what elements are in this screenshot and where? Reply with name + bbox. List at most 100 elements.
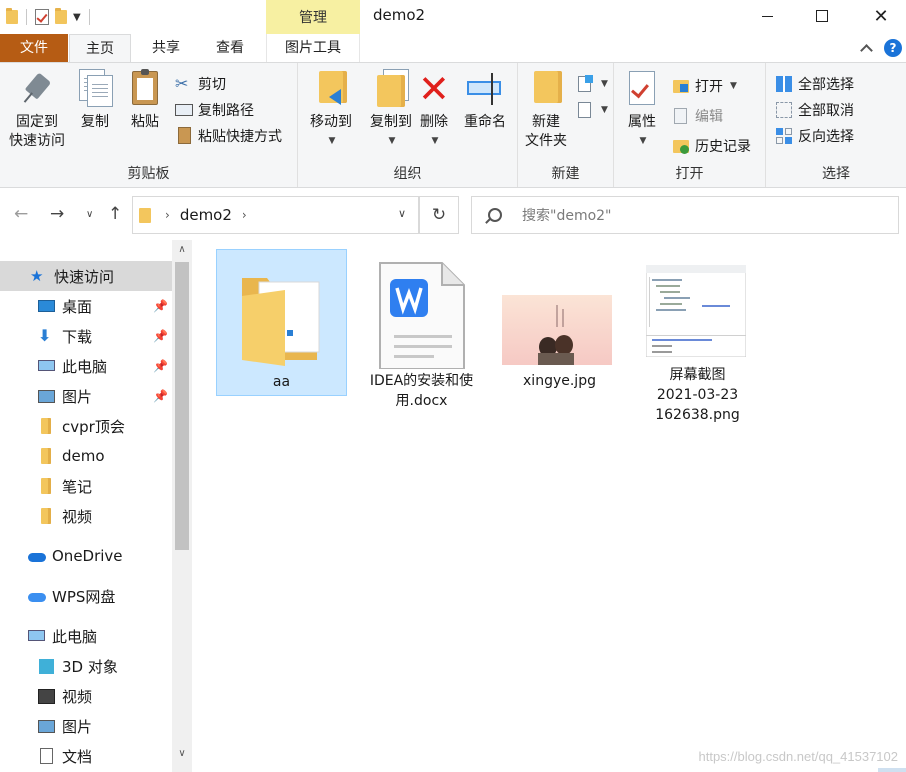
file-item-folder[interactable]: aa (216, 249, 347, 396)
file-name-line3: 162638.png (655, 407, 740, 423)
folder-icon (38, 508, 54, 524)
separator (88, 9, 90, 25)
file-item-screenshot[interactable]: 屏幕截图 2021-03-23 162638.png (632, 249, 763, 423)
copy-path-button[interactable]: 复制路径 (175, 99, 254, 121)
sidebar-item-quick-access[interactable]: ★ 快速访问 (0, 261, 172, 291)
copy-to-button[interactable]: 复制到 ▼ (362, 69, 420, 151)
copy-button[interactable]: 复制 (72, 69, 118, 132)
sidebar-item-pictures-pc[interactable]: 图片 (0, 711, 172, 741)
paste-button[interactable]: 粘贴 (122, 69, 168, 132)
sidebar-item-this-pc[interactable]: 此电脑 (0, 621, 172, 651)
breadcrumb-demo2[interactable]: demo2 (180, 206, 232, 224)
chevron-right-icon[interactable]: › (165, 208, 170, 222)
pin-icon[interactable]: 📌 (153, 359, 168, 373)
sidebar-item-pictures[interactable]: 图片 📌 (0, 381, 172, 411)
pin-label-line2: 快速访问 (9, 133, 65, 149)
new-folder-icon[interactable] (55, 8, 67, 24)
organize-group-label: 组织 (393, 166, 422, 182)
new-group: 新建 文件夹 ▼ ▼ 新建 (518, 63, 614, 187)
cut-button[interactable]: ✂ 剪切 (175, 73, 226, 95)
open-button[interactable]: 打开 ▼ (672, 75, 737, 97)
move-to-button[interactable]: 移动到 ▼ (302, 69, 360, 151)
back-arrow-icon[interactable]: ← (14, 204, 28, 224)
tab-picture-tools[interactable]: 图片工具 (266, 34, 360, 62)
chevron-right-icon[interactable]: › (242, 208, 247, 222)
recent-locations-icon[interactable]: ∨ (86, 209, 93, 220)
context-tab-manage[interactable]: 管理 (266, 0, 360, 34)
properties-icon[interactable] (35, 9, 49, 25)
tab-file[interactable]: 文件 (0, 34, 68, 62)
up-arrow-icon[interactable]: ↑ (108, 204, 122, 224)
sidebar-item-videos-quick[interactable]: 视频 (0, 501, 172, 531)
pin-to-quick-access-button[interactable]: 固定到 快速访问 (4, 69, 70, 151)
image-thumbnail (502, 295, 612, 365)
pin-icon[interactable]: 📌 (153, 389, 168, 403)
desktop-icon (38, 298, 55, 314)
screenshot-thumbnail (646, 265, 746, 357)
copy-to-icon (371, 69, 411, 109)
address-bar[interactable]: › demo2 › ∨ (132, 196, 419, 234)
easy-access-icon (576, 101, 594, 119)
scroll-thumb[interactable] (175, 262, 189, 550)
sidebar-item-label: 图片 (62, 717, 93, 736)
maximize-button[interactable] (799, 0, 845, 32)
window-title: demo2 (373, 6, 426, 24)
forward-arrow-icon[interactable]: → (50, 204, 64, 224)
select-none-button[interactable]: 全部取消 (775, 99, 854, 121)
history-button[interactable]: 历史记录 (672, 135, 751, 157)
customize-toolbar-icon[interactable]: ▼ (73, 12, 81, 23)
invert-selection-label: 反向选择 (798, 129, 854, 145)
sidebar-item-desktop[interactable]: 桌面 📌 (0, 291, 172, 321)
tab-view[interactable]: 查看 (200, 34, 260, 62)
easy-access-button[interactable]: ▼ (576, 99, 608, 121)
copy-path-label: 复制路径 (198, 103, 254, 119)
pin-icon[interactable]: 📌 (153, 329, 168, 343)
rename-button[interactable]: 重命名 (458, 69, 512, 132)
pin-icon[interactable]: 📌 (153, 299, 168, 313)
scroll-down-icon[interactable]: ∨ (172, 744, 192, 764)
file-item-docx[interactable]: IDEA的安装和使 用.docx (356, 249, 487, 409)
sidebar-item-label: 下载 (62, 327, 93, 346)
sidebar-item-this-pc-pinned[interactable]: 此电脑 📌 (0, 351, 172, 381)
tab-home[interactable]: 主页 (69, 34, 131, 63)
sidebar-item-wps[interactable]: WPS网盘 (0, 581, 172, 611)
sidebar-item-cvpr[interactable]: cvpr顶会 (0, 411, 172, 441)
pictures-icon (38, 388, 55, 404)
minimize-button[interactable] (744, 0, 790, 32)
delete-icon: ✕ (418, 67, 450, 111)
close-button[interactable]: ✕ (858, 0, 904, 32)
address-history-icon[interactable]: ∨ (398, 207, 406, 220)
sidebar-item-downloads[interactable]: ⬇ 下载 📌 (0, 321, 172, 351)
refresh-button[interactable]: ↻ (419, 196, 459, 234)
folder-icon (38, 418, 54, 434)
help-button[interactable]: ? (884, 38, 902, 58)
search-box[interactable]: 搜索"demo2" (471, 196, 899, 234)
delete-button[interactable]: ✕ 删除 ▼ (414, 69, 454, 151)
new-folder-button[interactable]: 新建 文件夹 (522, 69, 570, 151)
file-item-image[interactable]: xingye.jpg (494, 249, 625, 396)
tab-share[interactable]: 共享 (136, 34, 196, 62)
sidebar-item-videos[interactable]: 视频 (0, 681, 172, 711)
sidebar-item-documents[interactable]: 文档 (0, 741, 172, 771)
scroll-up-icon[interactable]: ∧ (172, 240, 192, 260)
folder-icon (6, 8, 18, 24)
sidebar-item-demo[interactable]: demo (0, 441, 172, 471)
collapse-ribbon-button[interactable] (860, 38, 873, 58)
sidebar-item-label: 笔记 (62, 477, 93, 496)
dropdown-caret-icon: ▼ (388, 136, 396, 146)
watermark: https://blog.csdn.net/qq_41537102 (698, 749, 899, 764)
properties-button[interactable]: 属性 ▼ (620, 69, 664, 151)
paste-shortcut-button[interactable]: 粘贴快捷方式 (175, 125, 282, 147)
select-group-label: 选择 (822, 166, 850, 182)
history-icon (672, 137, 690, 155)
sidebar-item-onedrive[interactable]: OneDrive (0, 541, 172, 571)
paste-shortcut-label: 粘贴快捷方式 (198, 129, 282, 145)
search-input[interactable]: 搜索"demo2" (522, 205, 612, 225)
sidebar-scrollbar[interactable]: ∧ ∨ (172, 240, 192, 772)
new-item-button[interactable]: ▼ (576, 73, 608, 95)
select-all-button[interactable]: 全部选择 (775, 73, 854, 95)
edit-button[interactable]: 编辑 (672, 105, 723, 127)
invert-selection-button[interactable]: 反向选择 (775, 125, 854, 147)
sidebar-item-3d-objects[interactable]: 3D 对象 (0, 651, 172, 681)
sidebar-item-notes[interactable]: 笔记 (0, 471, 172, 501)
